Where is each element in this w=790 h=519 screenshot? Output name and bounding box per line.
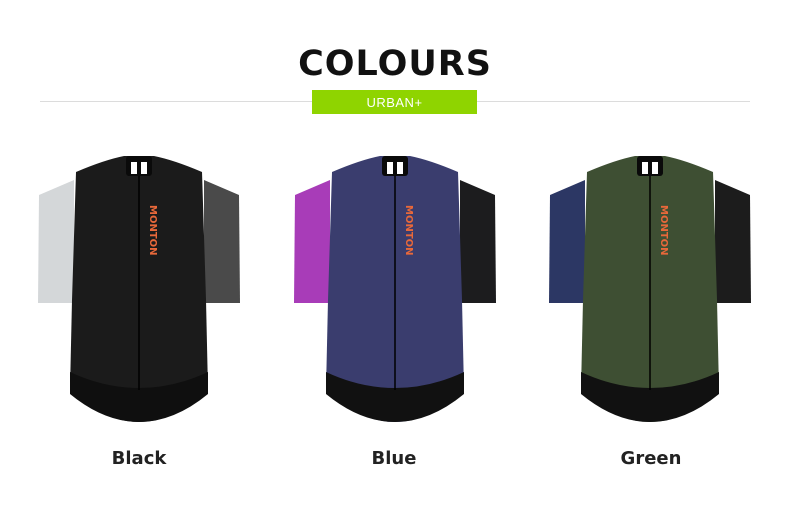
colour-label-blue[interactable]: Blue [294, 448, 494, 469]
colour-label-green[interactable]: Green [551, 448, 751, 469]
right-sleeve [204, 180, 240, 303]
jersey-blue-image[interactable]: MONTON [290, 150, 500, 430]
collection-badge: URBAN+ [312, 90, 477, 114]
colour-label-black[interactable]: Black [39, 448, 239, 469]
left-sleeve [294, 180, 330, 303]
brand-mark: MONTON [147, 205, 158, 256]
brand-mark: MONTON [403, 205, 414, 256]
left-sleeve [549, 180, 585, 303]
jersey-green-image[interactable]: MONTON [545, 150, 755, 430]
brand-mark: MONTON [658, 205, 669, 256]
page-title: COLOURS [298, 44, 492, 84]
jersey-black-graphic: MONTON [38, 156, 240, 422]
left-sleeve [38, 180, 74, 303]
jersey-black-image[interactable]: MONTON [34, 150, 244, 430]
jersey-blue-graphic: MONTON [294, 156, 496, 422]
right-sleeve [460, 180, 496, 303]
right-sleeve [715, 180, 751, 303]
jersey-green-graphic: MONTON [549, 156, 751, 422]
